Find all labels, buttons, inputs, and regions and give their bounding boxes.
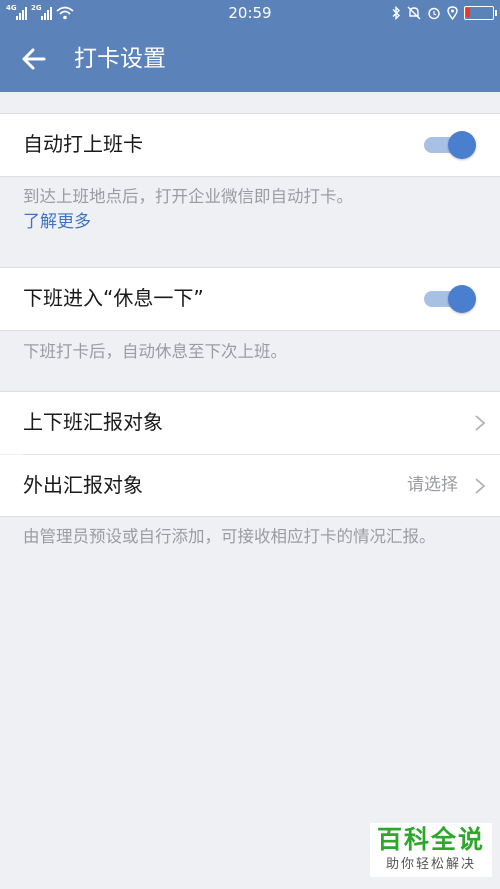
divider: [0, 330, 500, 331]
outside-report-row[interactable]: 外出汇报对象 请选择: [0, 455, 500, 517]
alarm-icon: [428, 7, 440, 20]
divider: [0, 176, 500, 177]
status-bar-right: [391, 4, 497, 22]
toggle-knob: [448, 131, 476, 159]
watermark-logo: 百科全说 助你轻松解决: [370, 823, 492, 877]
page-title: 打卡设置: [74, 46, 166, 72]
rest-after-work-description: 下班打卡后，自动休息至下次上班。: [23, 342, 287, 361]
commute-report-label: 上下班汇报对象: [23, 410, 163, 434]
rest-after-work-label: 下班进入“休息一下”: [23, 286, 204, 310]
status-bar: 4G 2G 20:59: [0, 0, 500, 26]
outside-report-label: 外出汇报对象: [23, 473, 143, 497]
battery-icon: [464, 6, 497, 20]
rest-after-work-toggle[interactable]: [424, 285, 476, 313]
rest-after-work-row[interactable]: 下班进入“休息一下”: [0, 268, 500, 330]
toggle-knob: [448, 285, 476, 313]
report-description: 由管理员预设或自行添加，可接收相应打卡的情况汇报。: [23, 527, 436, 546]
app-bar: 打卡设置: [0, 26, 500, 92]
location-icon: [447, 6, 458, 20]
auto-clock-in-label: 自动打上班卡: [23, 132, 143, 156]
mute-icon: [407, 6, 421, 20]
auto-clock-in-description: 到达上班地点后，打开企业微信即自动打卡。: [23, 187, 353, 206]
chevron-right-icon: [475, 415, 486, 431]
auto-clock-in-row[interactable]: 自动打上班卡: [0, 114, 500, 176]
learn-more-link[interactable]: 了解更多: [23, 210, 91, 235]
watermark-subtitle: 助你轻松解决: [385, 857, 476, 872]
bluetooth-icon: [392, 6, 400, 20]
auto-clock-in-toggle[interactable]: [424, 131, 476, 159]
commute-report-row[interactable]: 上下班汇报对象: [0, 392, 500, 454]
outside-report-value: 请选择: [407, 475, 458, 495]
watermark-title: 百科全说: [376, 825, 485, 854]
battery-level: [466, 8, 470, 17]
divider: [0, 516, 500, 517]
chevron-right-icon: [475, 478, 486, 494]
arrow-left-icon[interactable]: [20, 45, 48, 73]
